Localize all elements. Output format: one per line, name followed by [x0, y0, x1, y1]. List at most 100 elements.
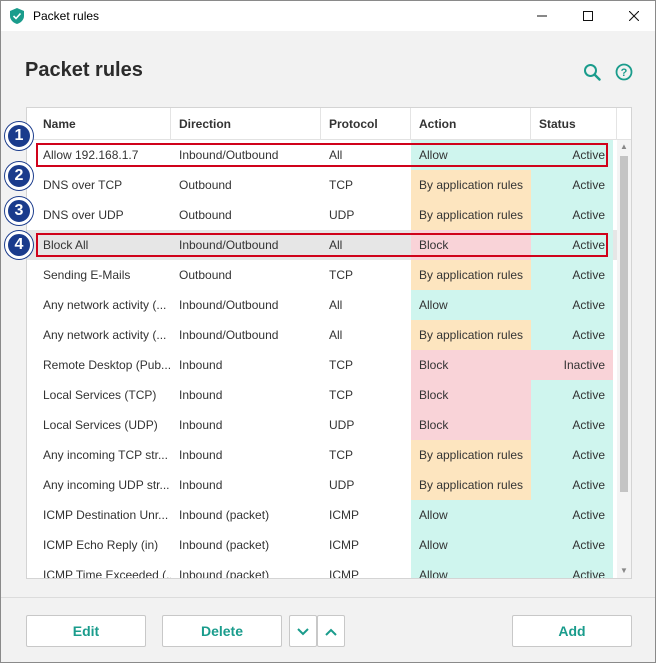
annotation-badge-4: 4 [5, 231, 33, 259]
search-icon[interactable] [583, 63, 601, 81]
rule-protocol-cell: TCP [329, 448, 353, 462]
table-row[interactable]: Local Services (UDP) Inbound UDP Block Activ… [27, 410, 617, 440]
rule-status-cell: Active [531, 530, 613, 560]
column-protocol[interactable]: Protocol [321, 108, 411, 140]
rule-direction-cell: Inbound [179, 388, 223, 402]
rule-name-cell: Any network activity (... [43, 298, 167, 312]
rule-name-cell: ICMP Time Exceeded (... [43, 568, 171, 579]
rule-protocol-cell: All [329, 238, 343, 252]
maximize-icon [583, 11, 593, 21]
rule-direction-cell: Inbound [179, 418, 223, 432]
rule-direction-cell: Inbound/Outbound [179, 298, 279, 312]
rule-status-cell: Active [531, 470, 613, 500]
table-row[interactable]: Block All Inbound/Outbound All Block Active [27, 230, 617, 260]
rule-action-cell: Allow [411, 290, 531, 320]
edit-button[interactable]: Edit [26, 615, 146, 647]
column-name[interactable]: Name [35, 108, 171, 140]
table-row[interactable]: Local Services (TCP) Inbound TCP Block Activ… [27, 380, 617, 410]
minimize-button[interactable] [519, 1, 565, 31]
rule-direction-cell: Outbound [179, 178, 232, 192]
rule-action-cell: By application rules [411, 200, 531, 230]
rule-direction-cell: Inbound [179, 358, 223, 372]
column-direction[interactable]: Direction [171, 108, 321, 140]
rule-protocol-cell: All [329, 298, 343, 312]
rule-action-cell: By application rules [411, 260, 531, 290]
rule-action-cell: By application rules [411, 170, 531, 200]
footer-divider [1, 597, 655, 598]
table-row[interactable]: Sending E-Mails Outbound TCP By application… [27, 260, 617, 290]
rule-name-cell: Any network activity (... [43, 328, 167, 342]
rule-protocol-cell: UDP [329, 208, 355, 222]
rule-name-cell: Any incoming UDP str... [43, 478, 170, 492]
minimize-icon [537, 15, 547, 17]
rule-action-cell: Block [411, 380, 531, 410]
table-row[interactable]: Allow 192.168.1.7 Inbound/Outbound All Allo… [27, 140, 617, 170]
vertical-scrollbar[interactable]: ▲ ▼ [617, 140, 631, 578]
rule-direction-cell: Inbound (packet) [179, 538, 270, 552]
close-button[interactable] [611, 1, 655, 31]
rule-direction-cell: Inbound [179, 478, 223, 492]
page-title: Packet rules [25, 59, 143, 81]
rule-status-cell: Inactive [531, 350, 613, 380]
rule-name-cell: ICMP Destination Unr... [43, 508, 169, 522]
scroll-down-icon[interactable]: ▼ [617, 564, 631, 578]
rule-name-cell: DNS over TCP [43, 178, 123, 192]
rule-status-cell: Active [531, 170, 613, 200]
rule-protocol-cell: UDP [329, 478, 355, 492]
delete-button[interactable]: Delete [162, 615, 282, 647]
table-row[interactable]: Remote Desktop (Pub... Inbound TCP Block Ina… [27, 350, 617, 380]
help-icon[interactable]: ? [615, 63, 633, 81]
rule-protocol-cell: UDP [329, 418, 355, 432]
rules-table: Name Direction Protocol Action Status Al… [26, 107, 632, 579]
rule-protocol-cell: ICMP [329, 508, 359, 522]
rule-action-cell: Allow [411, 530, 531, 560]
rule-status-cell: Active [531, 440, 613, 470]
move-up-button[interactable] [317, 615, 345, 647]
scroll-thumb[interactable] [620, 156, 628, 492]
table-row[interactable]: DNS over TCP Outbound TCP By application ru… [27, 170, 617, 200]
rule-direction-cell: Outbound [179, 208, 232, 222]
rule-protocol-cell: TCP [329, 178, 353, 192]
rule-name-cell: Sending E-Mails [43, 268, 131, 282]
rule-protocol-cell: TCP [329, 358, 353, 372]
chevron-down-icon [297, 628, 309, 636]
annotation-badge-1: 1 [5, 122, 33, 150]
add-button[interactable]: Add [512, 615, 632, 647]
rule-action-cell: Allow [411, 140, 531, 170]
rule-action-cell: By application rules [411, 320, 531, 350]
maximize-button[interactable] [565, 1, 611, 31]
column-action[interactable]: Action [411, 108, 531, 140]
table-row[interactable]: Any network activity (... Inbound/Outboun… [27, 290, 617, 320]
rule-status-cell: Active [531, 230, 613, 260]
rule-status-cell: Active [531, 560, 613, 578]
table-row[interactable]: ICMP Time Exceeded (... Inbound (packet) I… [27, 560, 617, 579]
rule-direction-cell: Inbound/Outbound [179, 238, 279, 252]
rule-protocol-cell: TCP [329, 388, 353, 402]
rule-name-cell: Local Services (UDP) [43, 418, 158, 432]
column-status[interactable]: Status [531, 108, 617, 140]
table-row[interactable]: Any incoming TCP str... Inbound TCP By appl… [27, 440, 617, 470]
rule-status-cell: Active [531, 410, 613, 440]
svg-text:?: ? [621, 67, 628, 79]
rule-status-cell: Active [531, 200, 613, 230]
rule-action-cell: Block [411, 350, 531, 380]
table-row[interactable]: Any network activity (... Inbound/Outboun… [27, 320, 617, 350]
window-title: Packet rules [33, 9, 100, 23]
rule-protocol-cell: All [329, 328, 343, 342]
rule-status-cell: Active [531, 500, 613, 530]
table-row[interactable]: DNS over UDP Outbound UDP By application ru… [27, 200, 617, 230]
rule-protocol-cell: ICMP [329, 538, 359, 552]
table-row[interactable]: ICMP Destination Unr... Inbound (packet) I… [27, 500, 617, 530]
table-row[interactable]: ICMP Echo Reply (in) Inbound (packet) ICMP… [27, 530, 617, 560]
rule-action-cell: Allow [411, 500, 531, 530]
rule-protocol-cell: ICMP [329, 568, 359, 579]
rule-direction-cell: Inbound (packet) [179, 568, 270, 579]
rule-status-cell: Active [531, 140, 613, 170]
rule-status-cell: Active [531, 380, 613, 410]
move-down-button[interactable] [289, 615, 317, 647]
scroll-up-icon[interactable]: ▲ [617, 140, 631, 154]
packet-rules-window: Packet rules Packet rules ? Name Directi… [0, 0, 656, 663]
rule-action-cell: By application rules [411, 440, 531, 470]
table-row[interactable]: Any incoming UDP str... Inbound UDP By appl… [27, 470, 617, 500]
rule-direction-cell: Inbound (packet) [179, 508, 270, 522]
